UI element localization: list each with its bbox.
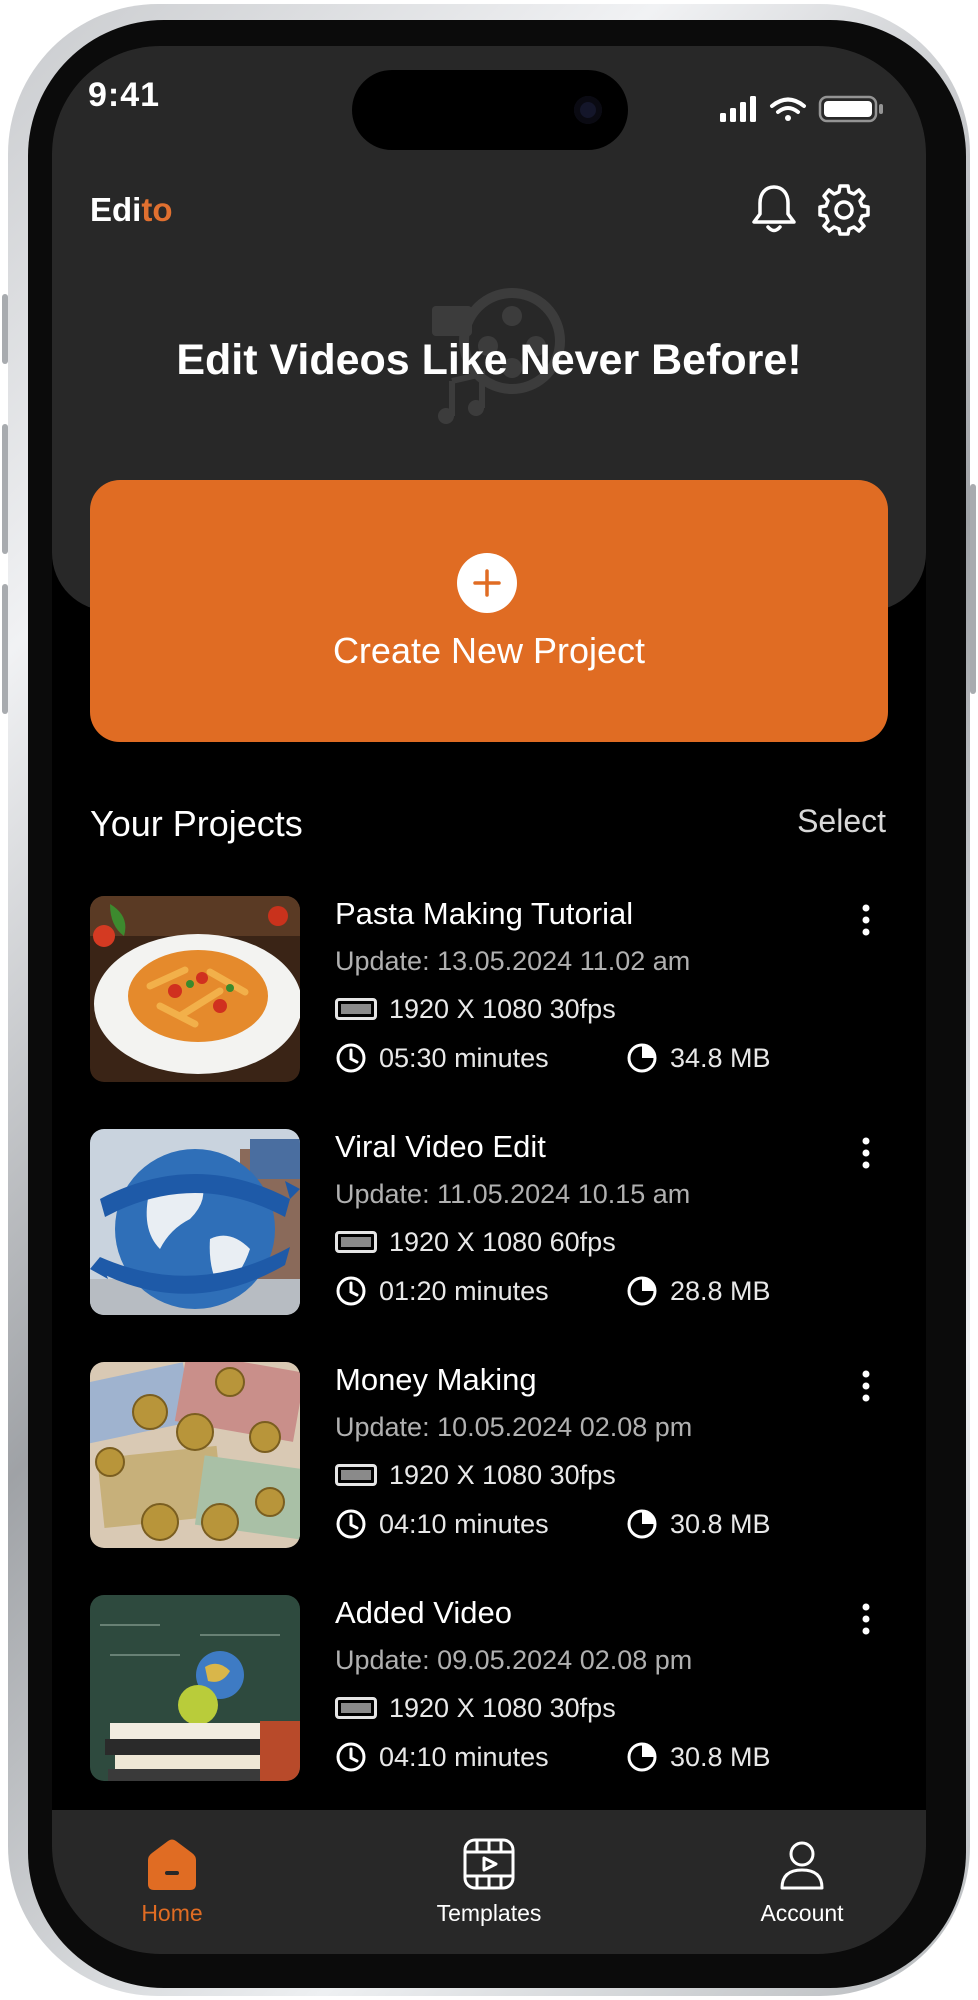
resolution-icon (335, 1697, 377, 1719)
project-resolution: 1920 X 1080 30fps (389, 1459, 616, 1490)
clock-icon (336, 1509, 366, 1539)
project-title: Added Video (335, 1595, 512, 1630)
project-duration-row: 01:20 minutes (335, 1273, 549, 1309)
signal-icon (720, 96, 756, 122)
nav-account[interactable]: Account (702, 1810, 902, 1954)
nav-templates-label: Templates (436, 1900, 542, 1926)
project-duration: 05:30 minutes (379, 1042, 549, 1073)
action-button (2, 294, 8, 364)
storage-pie-icon (627, 1742, 657, 1772)
project-update-date: Update: 10.05.2024 02.08 pm (335, 1412, 693, 1442)
gear-icon[interactable] (817, 182, 871, 236)
status-icons (720, 95, 883, 123)
project-duration: 04:10 minutes (379, 1508, 549, 1539)
user-icon (780, 1841, 824, 1890)
resolution-icon (335, 998, 377, 1020)
project-update-date: Update: 09.05.2024 02.08 pm (335, 1645, 693, 1675)
project-size: 30.8 MB (670, 1508, 771, 1539)
project-item[interactable]: Money Making Update: 10.05.2024 02.08 pm… (90, 1362, 890, 1548)
project-size-row: 30.8 MB (626, 1739, 771, 1775)
more-options-icon[interactable] (854, 1599, 878, 1639)
project-update-date: Update: 11.05.2024 10.15 am (335, 1179, 691, 1209)
more-options-icon[interactable] (854, 1133, 878, 1173)
project-size: 30.8 MB (670, 1741, 771, 1772)
logo-accent: to (141, 191, 173, 228)
project-thumbnail (90, 896, 300, 1082)
nav-account-label: Account (760, 1900, 844, 1926)
resolution-icon (335, 1231, 377, 1253)
project-duration-row: 04:10 minutes (335, 1739, 549, 1775)
volume-up-button (2, 424, 8, 554)
film-icon (463, 1838, 515, 1890)
project-duration-row: 04:10 minutes (335, 1506, 549, 1542)
project-item[interactable]: Viral Video Edit Update: 11.05.2024 10.1… (90, 1129, 890, 1315)
project-size-row: 34.8 MB (626, 1040, 771, 1076)
status-time: 9:41 (88, 76, 161, 114)
plus-circle-icon (457, 553, 517, 613)
project-size-row: 30.8 MB (626, 1506, 771, 1542)
project-thumbnail (90, 1595, 300, 1781)
project-size-row: 28.8 MB (626, 1273, 771, 1309)
nav-home[interactable]: Home (72, 1810, 272, 1954)
nav-templates[interactable]: Templates (389, 1810, 589, 1954)
bottom-nav: Home Templates Account (52, 1810, 926, 1954)
project-duration: 01:20 minutes (379, 1275, 549, 1306)
project-duration-row: 05:30 minutes (335, 1040, 549, 1076)
projects-section-title: Your Projects (90, 803, 303, 844)
project-item[interactable]: Added Video Update: 09.05.2024 02.08 pm … (90, 1595, 890, 1781)
project-duration: 04:10 minutes (379, 1741, 549, 1772)
project-title: Money Making (335, 1362, 537, 1397)
create-project-button[interactable]: Create New Project (90, 480, 888, 742)
dynamic-island (352, 70, 628, 150)
project-resolution-row: 1920 X 1080 30fps (335, 1691, 616, 1725)
power-button (970, 484, 976, 694)
project-size: 28.8 MB (670, 1275, 771, 1306)
create-project-label: Create New Project (332, 630, 646, 671)
project-title: Viral Video Edit (335, 1129, 546, 1164)
project-item[interactable]: Pasta Making Tutorial Update: 13.05.2024… (90, 896, 890, 1082)
camera-icon (574, 96, 602, 124)
logo-main: Edi (90, 191, 142, 228)
clock-icon (336, 1043, 366, 1073)
project-resolution-row: 1920 X 1080 60fps (335, 1225, 616, 1259)
battery-icon (818, 95, 883, 123)
more-options-icon[interactable] (854, 1366, 878, 1406)
clock-icon (336, 1276, 366, 1306)
nav-home-label: Home (141, 1900, 203, 1926)
volume-down-button (2, 584, 8, 714)
project-resolution-row: 1920 X 1080 30fps (335, 992, 616, 1026)
clock-icon (336, 1742, 366, 1772)
storage-pie-icon (627, 1509, 657, 1539)
project-thumbnail (90, 1129, 300, 1315)
storage-pie-icon (627, 1043, 657, 1073)
project-resolution: 1920 X 1080 60fps (389, 1226, 616, 1257)
select-button[interactable]: Select (797, 803, 886, 840)
storage-pie-icon (627, 1276, 657, 1306)
project-update-date: Update: 13.05.2024 11.02 am (335, 946, 691, 976)
more-options-icon[interactable] (854, 900, 878, 940)
project-resolution: 1920 X 1080 30fps (389, 993, 616, 1024)
hero-title: Edit Videos Like Never Before! (176, 336, 802, 384)
app-screen: 9:41 Edito Edit Videos Like Never Before… (52, 46, 926, 1954)
project-resolution-row: 1920 X 1080 30fps (335, 1458, 616, 1492)
app-logo: Edito (90, 191, 173, 229)
home-icon (148, 1839, 196, 1890)
resolution-icon (335, 1464, 377, 1486)
wifi-icon (770, 97, 806, 121)
project-title: Pasta Making Tutorial (335, 896, 634, 931)
project-resolution: 1920 X 1080 30fps (389, 1692, 616, 1723)
project-thumbnail (90, 1362, 300, 1548)
bell-icon[interactable] (747, 182, 801, 236)
project-size: 34.8 MB (670, 1042, 771, 1073)
